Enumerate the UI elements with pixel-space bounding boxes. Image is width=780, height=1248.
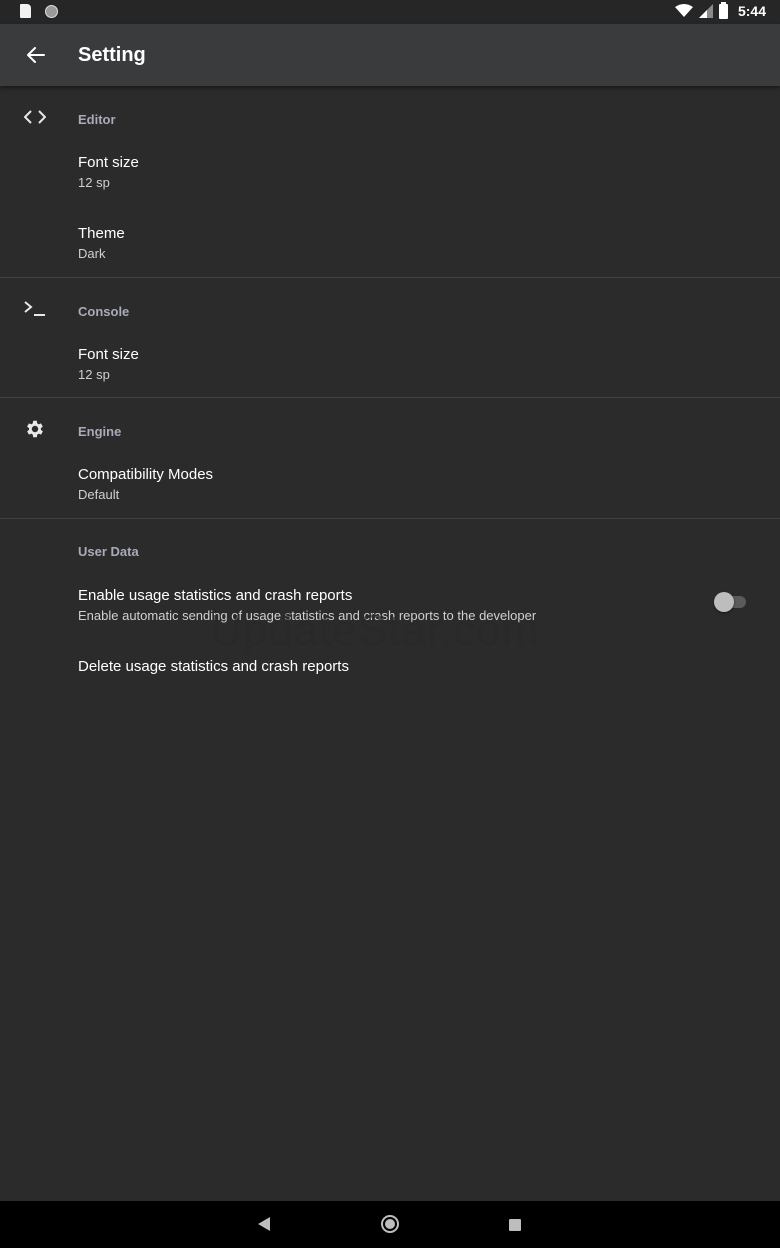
code-icon bbox=[22, 104, 48, 130]
pref-console-font-size[interactable]: Font size 12 sp bbox=[0, 346, 780, 410]
pref-title: Compatibility Modes bbox=[78, 466, 214, 483]
back-button[interactable] bbox=[18, 37, 54, 73]
pref-usage-statistics[interactable]: Enable usage statistics and crash report… bbox=[0, 587, 780, 651]
pref-delete-usage-statistics[interactable]: Delete usage statistics and crash report… bbox=[0, 658, 780, 722]
usage-statistics-toggle[interactable] bbox=[714, 592, 748, 612]
pref-summary: 12 sp bbox=[78, 175, 110, 190]
pref-editor-theme[interactable]: Theme Dark bbox=[0, 225, 780, 289]
section-title-engine: Engine bbox=[78, 424, 122, 439]
section-title-console: Console bbox=[78, 304, 130, 319]
pref-summary: Dark bbox=[78, 246, 106, 261]
status-right-icons: 5:44 bbox=[674, 1, 766, 19]
terminal-icon bbox=[22, 296, 48, 322]
pref-title: Theme bbox=[78, 225, 125, 242]
pref-summary: 12 sp bbox=[78, 367, 110, 382]
cell-signal-icon bbox=[698, 4, 713, 18]
pref-summary: Default bbox=[78, 487, 120, 502]
status-time: 5:44 bbox=[737, 3, 766, 19]
divider bbox=[0, 277, 780, 278]
nav-back-icon[interactable] bbox=[258, 1217, 270, 1231]
section-title-editor: Editor bbox=[78, 112, 116, 127]
nav-recents-icon[interactable] bbox=[509, 1219, 521, 1231]
page-title: Setting bbox=[78, 44, 146, 66]
divider bbox=[0, 397, 780, 398]
status-left-icons bbox=[20, 4, 58, 18]
notification-circle-icon bbox=[45, 4, 58, 18]
status-bar: 5:44 bbox=[0, 0, 780, 24]
pref-title: Delete usage statistics and crash report… bbox=[78, 658, 349, 675]
nav-home-icon[interactable] bbox=[381, 1215, 399, 1233]
pref-summary: Enable automatic sending of usage statis… bbox=[78, 608, 537, 623]
app-bar: Setting bbox=[0, 24, 780, 86]
divider bbox=[0, 518, 780, 519]
navigation-bar bbox=[0, 1201, 780, 1248]
pref-compatibility-modes[interactable]: Compatibility Modes Default bbox=[0, 466, 780, 530]
pref-title: Enable usage statistics and crash report… bbox=[78, 587, 353, 604]
gear-icon bbox=[22, 416, 48, 442]
arrow-back-icon bbox=[27, 47, 45, 63]
pref-editor-font-size[interactable]: Font size 12 sp bbox=[0, 154, 780, 218]
pref-title: Font size bbox=[78, 154, 139, 171]
wifi-icon bbox=[674, 4, 693, 17]
pref-title: Font size bbox=[78, 346, 139, 363]
toggle-thumb bbox=[714, 592, 734, 612]
section-title-user-data: User Data bbox=[78, 544, 139, 559]
sd-card-icon bbox=[20, 4, 31, 18]
battery-icon bbox=[718, 1, 728, 19]
